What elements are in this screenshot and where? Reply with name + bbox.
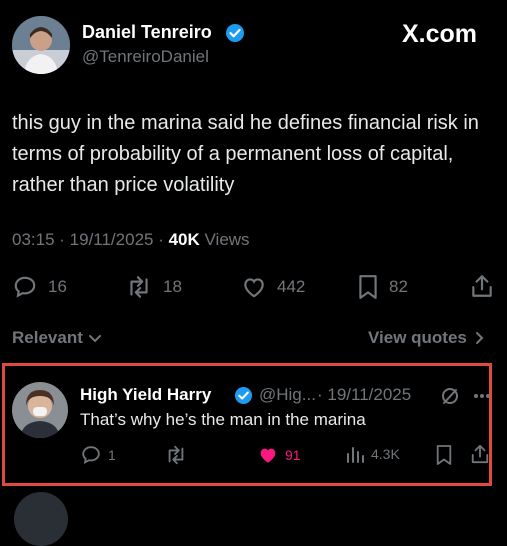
bookmark-icon	[357, 274, 379, 300]
author-handle[interactable]: @TenreiroDaniel	[82, 47, 209, 67]
reply-views-count: 4.3K	[371, 446, 400, 462]
site-logo: X.com	[402, 20, 478, 48]
reply-reply-button[interactable]: 1	[80, 444, 116, 466]
post-time[interactable]: 03:15	[12, 230, 55, 249]
reply-share-button[interactable]	[470, 443, 490, 465]
post-date[interactable]: 19/11/2025	[70, 230, 154, 249]
reply-icon	[80, 444, 102, 466]
reply-count: 16	[48, 277, 67, 296]
reply-repost-button[interactable]	[164, 444, 188, 466]
reply-views-button[interactable]: 4.3K	[345, 444, 400, 464]
repost-icon	[125, 274, 153, 300]
like-button[interactable]: 442	[241, 274, 305, 300]
bookmark-icon	[435, 444, 453, 466]
reply-like-button[interactable]: 91	[257, 444, 301, 466]
reply-date[interactable]: · 19/11/2025	[317, 385, 411, 405]
author-display-name[interactable]: Daniel Tenreiro	[82, 22, 212, 43]
reply-text: That’s why he’s the man in the marina	[80, 410, 366, 429]
like-count: 442	[277, 277, 306, 296]
views-icon	[345, 444, 365, 464]
like-icon	[257, 444, 279, 466]
share-button[interactable]	[470, 273, 494, 299]
reply-bookmark-button[interactable]	[435, 444, 453, 466]
reply-display-name[interactable]: High Yield Harry	[80, 385, 211, 405]
next-reply-avatar[interactable]	[14, 492, 68, 546]
reply-author-avatar[interactable]	[12, 382, 68, 438]
reply-button[interactable]: 16	[12, 274, 67, 300]
chevron-right-icon	[473, 330, 485, 346]
grok-icon[interactable]	[440, 386, 460, 406]
repost-button[interactable]: 18	[125, 274, 182, 300]
reply-icon	[12, 274, 38, 300]
chevron-down-icon	[87, 330, 103, 346]
repost-icon	[164, 444, 188, 466]
bookmark-button[interactable]: 82	[357, 274, 408, 300]
views-count: 40K	[168, 230, 200, 249]
more-icon[interactable]	[473, 393, 491, 399]
reply-like-count: 91	[285, 447, 301, 463]
post-text: this guy in the marina said he defines f…	[12, 112, 479, 196]
reply-verified-badge-icon	[234, 386, 253, 405]
author-avatar[interactable]	[12, 16, 70, 74]
relevant-label: Relevant	[12, 328, 83, 347]
views-label: Views	[204, 230, 250, 249]
view-quotes-label: View quotes	[368, 328, 467, 347]
share-icon	[470, 443, 490, 465]
post-meta: 03:15 · 19/11/2025 · 40K Views	[12, 230, 250, 249]
reply-handle[interactable]: @Hig...	[259, 385, 316, 405]
share-icon	[470, 273, 494, 299]
reply-reply-count: 1	[108, 447, 116, 463]
view-quotes-link[interactable]: View quotes	[368, 328, 485, 348]
repost-count: 18	[163, 277, 182, 296]
bookmark-count: 82	[389, 277, 408, 296]
verified-badge-icon	[225, 23, 245, 43]
like-icon	[241, 274, 267, 300]
relevant-filter[interactable]: Relevant	[12, 328, 103, 348]
